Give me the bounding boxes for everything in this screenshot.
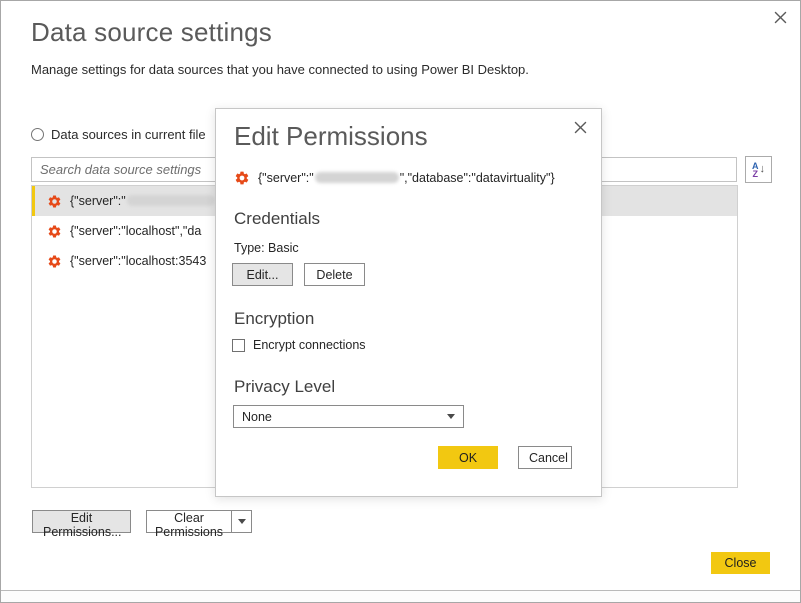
window-footer xyxy=(1,590,800,603)
radio-label: Data sources in current file xyxy=(51,127,206,142)
window-close-icon[interactable] xyxy=(772,9,789,26)
redacted-server-name xyxy=(127,195,215,206)
source-text: {"server":"localhost:3543 xyxy=(70,254,206,268)
clear-permissions-button[interactable]: Clear Permissions xyxy=(146,510,232,533)
edit-credentials-button[interactable]: Edit... xyxy=(232,263,293,286)
edit-permissions-modal: Edit Permissions {"server":"","database"… xyxy=(215,108,602,497)
sort-az-icon: A Z xyxy=(752,162,759,178)
gear-icon xyxy=(47,224,62,239)
close-button[interactable]: Close xyxy=(711,552,770,574)
redacted-server-name xyxy=(315,172,399,183)
radio-data-sources-in-current-file[interactable]: Data sources in current file xyxy=(31,127,206,142)
checkbox-label: Encrypt connections xyxy=(253,338,366,352)
privacy-level-value: None xyxy=(242,410,272,424)
clear-permissions-split-button: Clear Permissions xyxy=(146,510,252,533)
sort-down-arrow-icon: ↓ xyxy=(760,164,766,175)
privacy-level-heading: Privacy Level xyxy=(234,377,335,397)
data-source-settings-dialog: Data source settings Manage settings for… xyxy=(0,0,801,603)
clear-permissions-dropdown-button[interactable] xyxy=(232,510,252,533)
encrypt-connections-checkbox-row[interactable]: Encrypt connections xyxy=(232,338,366,352)
chevron-down-icon xyxy=(447,414,455,419)
gear-icon xyxy=(47,254,62,269)
sort-az-button[interactable]: A Z ↓ xyxy=(745,156,772,183)
modal-title: Edit Permissions xyxy=(234,121,428,152)
modal-data-source: {"server":"","database":"datavirtuality"… xyxy=(234,170,555,186)
privacy-level-dropdown[interactable]: None xyxy=(233,405,464,428)
modal-source-text: {"server":"","database":"datavirtuality"… xyxy=(258,171,555,185)
ok-button[interactable]: OK xyxy=(438,446,498,469)
page-subtitle: Manage settings for data sources that yo… xyxy=(31,62,529,77)
gear-icon xyxy=(47,194,62,209)
chevron-down-icon xyxy=(238,519,246,524)
credentials-type-label: Type: Basic xyxy=(234,241,299,255)
source-text: {"server":"localhost","da xyxy=(70,224,201,238)
credentials-heading: Credentials xyxy=(234,209,320,229)
modal-close-icon[interactable] xyxy=(572,119,589,136)
encryption-heading: Encryption xyxy=(234,309,314,329)
source-text: {"server":"","d xyxy=(70,194,235,208)
edit-permissions-button[interactable]: Edit Permissions... xyxy=(32,510,131,533)
cancel-button[interactable]: Cancel xyxy=(518,446,572,469)
radio-circle-icon[interactable] xyxy=(31,128,44,141)
page-title: Data source settings xyxy=(31,17,272,48)
delete-credentials-button[interactable]: Delete xyxy=(304,263,365,286)
gear-icon xyxy=(234,170,250,186)
checkbox-icon[interactable] xyxy=(232,339,245,352)
